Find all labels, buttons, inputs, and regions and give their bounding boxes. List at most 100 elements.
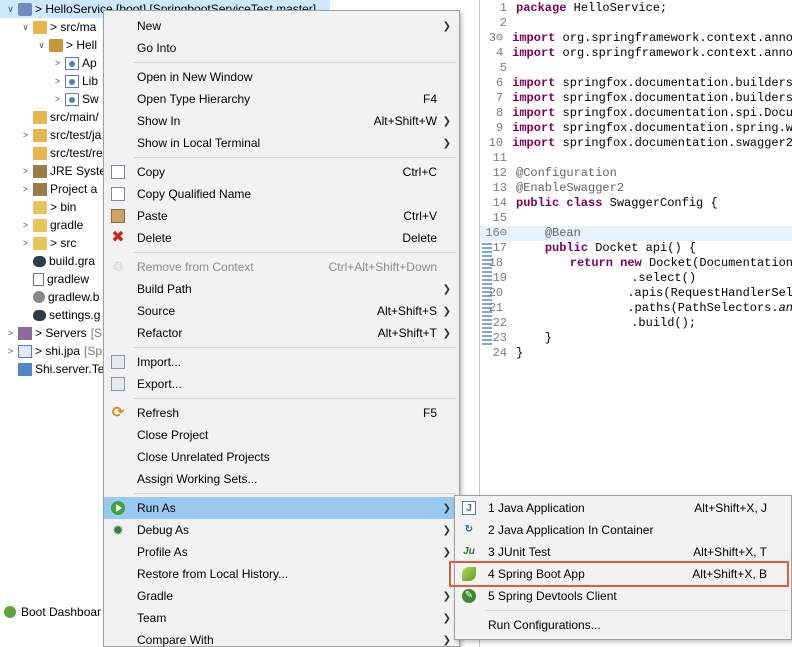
menu-item-close-project[interactable]: Close Project — [104, 424, 459, 446]
tree-item[interactable]: ∨ > src/ma — [0, 18, 96, 36]
menu-item-delete[interactable]: ✖ Delete Delete — [104, 227, 459, 249]
expand-arrow-icon[interactable]: > — [20, 130, 31, 140]
menu-item-restore-from-local-history[interactable]: Restore from Local History... — [104, 563, 459, 585]
menu-item-go-into[interactable]: Go Into — [104, 37, 459, 59]
expand-arrow-icon[interactable]: > — [52, 94, 63, 104]
menu-item-show-in[interactable]: Show In Alt+Shift+W ❯ — [104, 110, 459, 132]
submenu-item-run-configurations[interactable]: Run Configurations... — [455, 614, 791, 636]
menu-item-build-path[interactable]: Build Path ❯ — [104, 278, 459, 300]
tree-item[interactable]: > > shi.jpa [Sp — [0, 342, 102, 360]
line-number: 18 — [488, 256, 504, 270]
menu-item-show-in-local-terminal[interactable]: Show in Local Terminal ❯ — [104, 132, 459, 154]
menu-item-open-type-hierarchy[interactable]: Open Type Hierarchy F4 — [104, 88, 459, 110]
code-line[interactable]: 11 — [480, 151, 792, 166]
tree-item[interactable]: src/test/re — [0, 144, 103, 162]
menu-item-profile-as[interactable]: Profile As ❯ — [104, 541, 459, 563]
menu-item-label: Show in Local Terminal — [137, 136, 261, 150]
tree-item[interactable]: > gradle — [0, 216, 84, 234]
menu-item-label: Open in New Window — [137, 70, 253, 84]
tree-item[interactable]: > bin — [0, 198, 76, 216]
menu-item-import[interactable]: Import... — [104, 351, 459, 373]
code-line[interactable]: 18 return new Docket(Documentation — [480, 256, 792, 271]
code-line[interactable]: 6 import springfox.documentation.builders — [480, 76, 792, 91]
menu-item-refactor[interactable]: Refactor Alt+Shift+T ❯ — [104, 322, 459, 344]
expand-arrow-icon[interactable]: > — [5, 346, 16, 356]
submenu-item-spring-devtools-client[interactable]: ✎ 5 Spring Devtools Client — [455, 585, 791, 607]
menu-item-refresh[interactable]: ⟳ Refresh F5 — [104, 402, 459, 424]
tree-item[interactable]: > Project a — [0, 180, 98, 198]
code-token: package — [516, 1, 567, 15]
code-line[interactable]: 22 .build(); — [480, 316, 792, 331]
tree-item[interactable]: > Ap — [0, 54, 97, 72]
code-line[interactable]: 10 import springfox.documentation.swagger… — [480, 136, 792, 151]
code-line[interactable]: 14 public class SwaggerConfig { — [480, 196, 792, 211]
line-number: 7 — [495, 91, 504, 105]
code-line[interactable]: 17 public Docket api() { — [480, 241, 792, 256]
code-line[interactable]: 19 .select() — [480, 271, 792, 286]
tree-item[interactable]: > > Servers [S — [0, 324, 102, 342]
menu-item-copy-qualified-name[interactable]: Copy Qualified Name — [104, 183, 459, 205]
expand-arrow-icon[interactable]: > — [52, 76, 63, 86]
menu-item-new[interactable]: New ❯ — [104, 15, 459, 37]
springboot-icon — [462, 567, 476, 581]
code-token: SwaggerConfig { — [602, 196, 718, 210]
submenu-item-spring-boot-app[interactable]: 4 Spring Boot App Alt+Shift+X, B — [455, 563, 791, 585]
tree-item[interactable]: > Lib — [0, 72, 98, 90]
expand-arrow-icon[interactable]: ∨ — [5, 4, 16, 15]
menu-item-close-unrelated-projects[interactable]: Close Unrelated Projects — [104, 446, 459, 468]
boot-dashboard-tab[interactable]: Boot Dashboar — [0, 600, 110, 624]
menu-item-export[interactable]: Export... — [104, 373, 459, 395]
expand-arrow-icon[interactable]: > — [20, 238, 31, 248]
tree-item[interactable]: src/main/ — [0, 108, 99, 126]
tree-item[interactable]: ∨ > Hell — [0, 36, 97, 54]
menu-item-gradle[interactable]: Gradle ❯ — [104, 585, 459, 607]
code-line[interactable]: 5 — [480, 61, 792, 76]
menu-item-open-in-new-window[interactable]: Open in New Window — [104, 66, 459, 88]
tree-item[interactable]: Shi.server.Te — [0, 360, 104, 378]
menu-item-team[interactable]: Team ❯ — [104, 607, 459, 629]
code-line[interactable]: 7 import springfox.documentation.builders — [480, 91, 792, 106]
expand-arrow-icon[interactable]: ∨ — [36, 40, 47, 51]
menu-item-source[interactable]: Source Alt+Shift+S ❯ — [104, 300, 459, 322]
code-line[interactable]: 16⊖ @Bean — [480, 226, 792, 241]
expand-arrow-icon[interactable]: > — [52, 58, 63, 68]
tree-item[interactable]: > src/test/ja — [0, 126, 102, 144]
tree-item[interactable]: settings.g — [0, 306, 100, 324]
code-line[interactable]: 13 @EnableSwagger2 — [480, 181, 792, 196]
tree-item[interactable]: > JRE Syste — [0, 162, 106, 180]
expand-arrow-icon[interactable]: > — [20, 184, 31, 194]
tree-item[interactable]: > > src — [0, 234, 76, 252]
code-text: import springfox.documentation.spring.w — [506, 121, 792, 136]
code-line[interactable]: 4 import org.springframework.context.anno — [480, 46, 792, 61]
expand-arrow-icon[interactable]: > — [20, 166, 31, 176]
code-line[interactable]: 1 package HelloService; — [480, 1, 792, 16]
submenu-separator — [485, 610, 788, 611]
expand-arrow-icon[interactable]: > — [20, 220, 31, 230]
code-line[interactable]: 23 } — [480, 331, 792, 346]
submenu-item-junit-test[interactable]: Ju 3 JUnit Test Alt+Shift+X, T — [455, 541, 791, 563]
code-line[interactable]: 12 @Configuration — [480, 166, 792, 181]
tree-item[interactable]: gradlew.b — [0, 288, 99, 306]
menu-item-paste[interactable]: Paste Ctrl+V — [104, 205, 459, 227]
menu-item-compare-with[interactable]: Compare With ❯ — [104, 629, 459, 647]
tree-item[interactable]: > Sw — [0, 90, 99, 108]
code-line[interactable]: 21 .paths(PathSelectors.an — [480, 301, 792, 316]
tree-item[interactable]: gradlew — [0, 270, 89, 288]
menu-item-label: Refactor — [137, 326, 183, 340]
tree-item[interactable]: build.gra — [0, 252, 95, 270]
code-line[interactable]: 8 import springfox.documentation.spi.Docu — [480, 106, 792, 121]
code-line[interactable]: 15 — [480, 211, 792, 226]
code-line[interactable]: 3⊖ import org.springframework.context.ann… — [480, 31, 792, 46]
code-line[interactable]: 20 .apis(RequestHandlerSel — [480, 286, 792, 301]
menu-item-debug-as[interactable]: ✹ Debug As ❯ — [104, 519, 459, 541]
menu-item-run-as[interactable]: Run As ❯ — [104, 497, 459, 519]
expand-arrow-icon[interactable]: ∨ — [20, 22, 31, 33]
submenu-item-java-application[interactable]: J 1 Java Application Alt+Shift+X, J — [455, 497, 791, 519]
menu-item-assign-working-sets[interactable]: Assign Working Sets... — [104, 468, 459, 490]
menu-item-copy[interactable]: Copy Ctrl+C — [104, 161, 459, 183]
code-line[interactable]: 24} — [480, 346, 792, 361]
code-line[interactable]: 2 — [480, 16, 792, 31]
code-line[interactable]: 9 import springfox.documentation.spring.w — [480, 121, 792, 136]
submenu-item-java-application-in-container[interactable]: ↻ 2 Java Application In Container — [455, 519, 791, 541]
expand-arrow-icon[interactable]: > — [5, 328, 16, 338]
